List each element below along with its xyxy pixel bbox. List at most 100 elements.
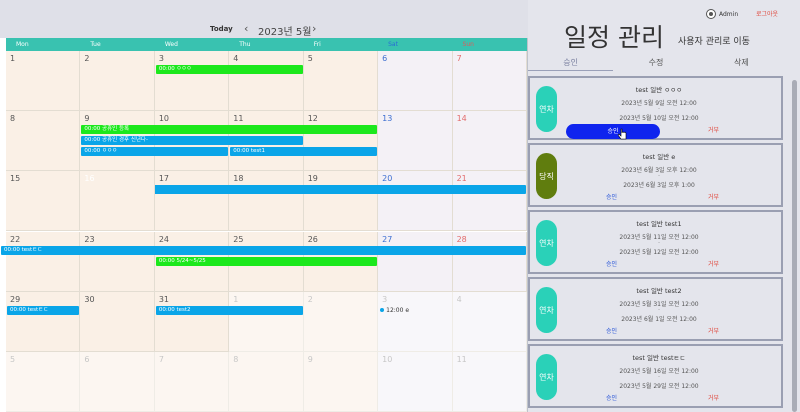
day-cell[interactable]: 1 [6,51,81,112]
day-cell[interactable]: 3 [154,51,230,112]
day-cell[interactable]: 19 [303,171,379,232]
request-end-time: 2023년 5월 12일 오전 12:00 [619,249,699,256]
scrollbar-thumb[interactable] [792,80,797,412]
tab-delete[interactable]: 삭제 [699,57,784,71]
scrollbar[interactable] [790,74,800,412]
day-cell[interactable]: 1 [229,291,304,352]
calendar-event[interactable]: 12:00 e [380,306,409,315]
day-cell[interactable]: 2 [80,51,155,112]
day-cell[interactable]: 23 [80,231,155,292]
day-cell[interactable]: 8 [6,111,81,172]
approve-button[interactable]: 승인 [566,124,660,139]
chevron-left-icon[interactable]: ‹ [244,22,248,35]
day-cell[interactable]: 27 [378,231,453,292]
day-cell[interactable]: 22 [6,231,81,292]
day-cell[interactable]: 11 [452,351,527,412]
day-cell[interactable]: 2 [303,291,379,352]
request-card: 연차 test 일반 test2 2023년 5월 31일 오전 12:00-202… [528,277,783,341]
tab-approve[interactable]: 승인 [528,57,614,71]
calendar-event[interactable]: 00:00 공휴인 경후 신년다- [81,136,303,146]
approve-button[interactable]: 승인 [606,259,617,268]
calendar-event[interactable]: 00:00 ㅇㅇㅇ [155,65,303,74]
calendar-event[interactable]: 00:00 test2 [155,305,303,315]
calendar-event[interactable]: 00:00 ㅇㅇㅇ [81,147,229,157]
day-cell[interactable]: 5 [6,351,81,412]
day-cell[interactable]: 9 [303,351,379,412]
day-number: 25 [233,234,244,244]
day-cell[interactable]: 7 [452,51,527,112]
day-number: 24 [158,234,170,244]
day-cell[interactable]: 7 [154,351,230,412]
day-cell[interactable]: 28 [452,231,527,292]
calendar-event[interactable]: 00:00 공휴인 등록 [81,125,378,135]
calendar-event[interactable]: 00:00 5/24~5/25 [155,256,378,266]
logout-link[interactable]: 로그아웃 [756,9,778,18]
day-cell[interactable]: 5 [303,51,379,112]
day-number: 6 [382,54,388,63]
weekday-label: Mon [16,41,29,48]
admin-badge[interactable]: Admin [706,8,738,20]
calendar-event[interactable]: 00:00 testㅌㄷ [1,245,526,255]
day-number: 4 [233,54,239,63]
day-number: 7 [158,354,164,364]
day-cell[interactable]: 10 [378,351,453,412]
day-number: 15 [10,174,21,184]
weekday-label: Thu [239,41,251,48]
reject-button[interactable]: 거부 [708,326,719,335]
approve-button[interactable]: 승인 [606,326,617,335]
day-number: 5 [307,54,313,63]
day-cell[interactable]: 14 [452,111,527,172]
day-cell[interactable]: 18 [229,171,304,232]
pointer-cursor-icon [618,128,627,140]
calendar: Today ‹ 2023년 5월 › Mon Tue Wed Thu Fri S… [0,0,528,412]
user-management-link[interactable]: 사용자 관리로 이동 [678,34,750,47]
request-card: 당직 test 일반 e 2023년 6월 3일 오후 12:00-2023년 6월… [528,143,783,207]
day-cell[interactable]: 4 [452,291,527,352]
approve-button[interactable]: 승인 [606,393,617,402]
day-number: 10 [382,354,393,364]
approve-button[interactable]: 승인 [606,192,617,201]
chevron-right-icon[interactable]: › [312,22,316,35]
reject-button[interactable]: 거부 [708,259,719,268]
request-title: test 일반 test1 [636,220,682,228]
day-number: 13 [382,114,393,124]
leave-type-badge: 연차 [536,86,557,132]
tab-edit[interactable]: 수정 [613,57,698,71]
day-number: 12 [307,114,318,124]
reject-button[interactable]: 거부 [708,393,719,402]
day-cell[interactable]: 21 [452,171,527,232]
leave-type-badge: 당직 [536,153,557,199]
calendar-event[interactable]: 00:00 testㅌㄷ [7,305,80,315]
day-cell[interactable]: 8 [229,351,304,412]
avatar-icon [706,9,716,19]
day-cell[interactable]: 31 [154,291,230,352]
day-number: 21 [456,174,467,184]
request-title: test 일반 test2 [636,287,682,295]
day-cell[interactable]: 13 [378,111,453,172]
day-cell[interactable]: 6 [378,51,453,112]
calendar-event[interactable]: 00:00 test1 [230,147,378,157]
request-list: 연차 test 일반 ㅇㅇㅇ 2023년 5월 9일 오전 12:00-2023년 … [528,74,786,412]
day-cell[interactable]: 29 [6,291,81,352]
day-cell[interactable]: 30 [80,291,155,352]
event-text: 12:00 e [386,306,410,314]
day-cell[interactable]: 6 [80,351,155,412]
weekday-label: Sun [462,41,474,48]
day-cell[interactable]: 4 [229,51,304,112]
day-number: 14 [456,114,467,124]
reject-button[interactable]: 거부 [708,125,719,134]
day-cell[interactable]: 15 [6,171,81,232]
day-number: 27 [382,234,393,244]
day-cell[interactable]: 16 [80,171,155,232]
day-cell[interactable]: 20 [378,171,453,232]
month-title: 2023년 5월 [258,27,312,38]
day-number: 5 [10,354,16,364]
day-cell[interactable]: 12 [303,111,379,172]
weekday-label: Tue [90,41,101,48]
day-cell[interactable]: 3 [378,291,453,352]
day-number: 28 [456,234,467,244]
reject-button[interactable]: 거부 [708,192,719,201]
day-cell[interactable]: 17 [154,171,230,232]
day-number: 23 [84,234,95,244]
today-button[interactable]: Today [210,25,233,33]
